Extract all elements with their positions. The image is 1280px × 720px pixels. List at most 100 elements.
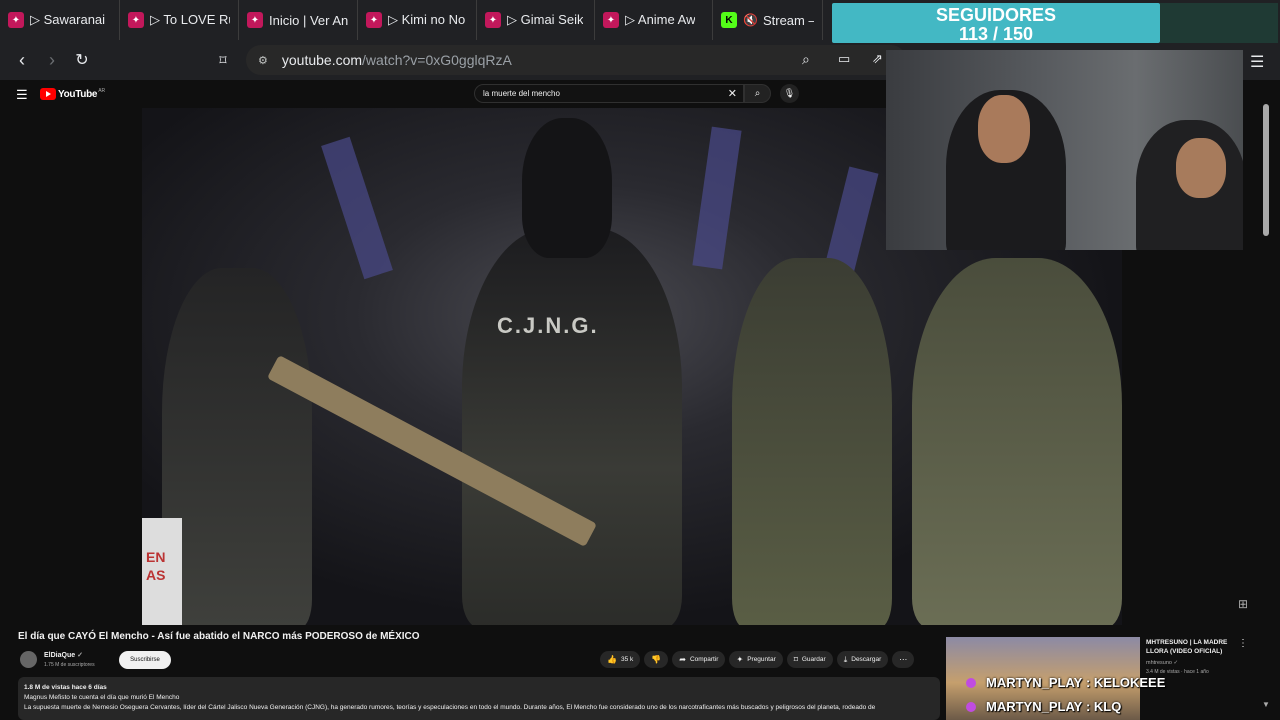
youtube-logo[interactable]: YouTube AR	[40, 88, 105, 100]
subscribe-button[interactable]: Suscribirse	[119, 651, 171, 669]
chat-text: KLQ	[1093, 699, 1122, 714]
search-query: la muerte del mencho	[483, 89, 560, 98]
browser-tab[interactable]: ✦ ▷ To LOVE Ru	[120, 0, 239, 40]
view-count-date: 1.8 M de vistas hace 6 días	[24, 684, 107, 691]
chat-badge-icon	[966, 701, 976, 712]
video-figure	[732, 258, 892, 625]
subscriber-count: 1.75 M de suscriptores	[44, 662, 95, 668]
chat-badge-icon	[966, 677, 976, 688]
thumbs-down-icon: 👎	[651, 655, 662, 664]
thumbs-up-icon: 👍	[607, 655, 617, 664]
anime-favicon-icon: ✦	[247, 12, 263, 28]
share-button[interactable]: ➦ Compartir	[672, 651, 726, 668]
browser-tab[interactable]: ✦ ▷ Sawaranai	[0, 0, 120, 40]
bookmark-icon[interactable]: ⌑	[208, 45, 238, 75]
share-icon[interactable]: ⇗	[872, 51, 883, 67]
download-label: Descargar	[851, 656, 882, 663]
video-description[interactable]: 1.8 M de vistas hace 6 días Magnus Mefis…	[18, 677, 940, 720]
like-button[interactable]: 👍 35 k	[600, 651, 641, 668]
video-figure-head	[522, 118, 612, 258]
scrollbar-thumb[interactable]	[1263, 104, 1269, 236]
tab-label: ▷ To LOVE Ru	[150, 12, 230, 27]
followers-goal: SEGUIDORES 113 / 150	[832, 3, 1160, 43]
video-figure	[462, 228, 682, 625]
channel-name-text: ElDiaQue	[44, 652, 76, 659]
cast-icon[interactable]: ▭	[838, 51, 850, 67]
url-host: youtube.com	[281, 52, 363, 68]
browser-tab-active[interactable]: K 🔇 Stream –	[713, 0, 823, 40]
flag	[321, 136, 393, 280]
browser-menu-icon[interactable]: ☰	[1250, 52, 1264, 72]
channel-name[interactable]: ElDiaQue ✓	[44, 651, 83, 659]
site-info-icon[interactable]: ⚙	[258, 54, 268, 67]
more-options-icon[interactable]: ⋮	[1238, 638, 1248, 649]
browser-menu-area: ☰	[1243, 50, 1280, 80]
more-actions-button[interactable]: ⋯	[892, 651, 915, 668]
chat-text: KELOKEEE	[1093, 675, 1166, 690]
anime-favicon-icon: ✦	[128, 12, 144, 28]
browser-tab[interactable]: ✦ ▷ Gimai Seik	[477, 0, 595, 40]
tab-label: ▷ Kimi no No	[388, 12, 466, 27]
hamburger-menu-icon[interactable]: ☰	[16, 87, 28, 103]
chat-message: MARTYN_PLAY : KELOKEEE	[966, 675, 1165, 690]
followers-count: 113 / 150	[958, 24, 1034, 44]
ambient-mode-icon[interactable]: ⊞	[1238, 597, 1248, 611]
page-scrollbar[interactable]: ▼	[1262, 100, 1270, 709]
like-count: 35 k	[620, 656, 634, 663]
video-title: El día que CAYÓ El Mencho - Así fue abat…	[18, 631, 420, 642]
more-dots-icon: ⋯	[899, 655, 908, 664]
clear-search-icon[interactable]: ✕	[728, 87, 737, 100]
sparkle-icon: ✦	[736, 655, 744, 664]
webcam-overlay	[886, 50, 1243, 250]
followers-label: SEGUIDORES	[935, 5, 1057, 25]
download-button[interactable]: ⤓ Descargar	[836, 651, 889, 668]
microphone-icon: 🎙	[783, 88, 796, 98]
dislike-button[interactable]: 👎	[644, 651, 669, 668]
flag	[692, 126, 742, 270]
tab-label: ▷ Sawaranai	[30, 12, 106, 27]
save-button[interactable]: ⌑ Guardar	[786, 651, 833, 668]
tab-label: ▷ Gimai Seik	[507, 12, 584, 27]
sign-text: EN AS	[146, 549, 166, 583]
video-figure	[162, 268, 312, 625]
search-input[interactable]: la muerte del mencho ✕	[474, 84, 744, 103]
description-line: Magnus Mefisto te cuenta el día que muri…	[24, 694, 180, 701]
recommended-video-title[interactable]: MHTRESUNO | LA MADRE LLORA (VIDEO OFICIA…	[1146, 638, 1236, 656]
webcam-person-face	[978, 95, 1030, 163]
webcam-person-face	[1176, 138, 1226, 198]
screen: ✦ ▷ Sawaranai ✦ ▷ To LOVE Ru ✦ Inicio | …	[0, 0, 1280, 720]
chat-username: MARTYN_PLAY	[986, 675, 1083, 690]
back-arrow-icon[interactable]: ‹	[7, 45, 37, 75]
share-label: Compartir	[689, 656, 719, 663]
save-label: Guardar	[801, 656, 826, 663]
kick-favicon-icon: K	[721, 12, 737, 28]
address-bar[interactable]: ⚙ youtube.com/watch?v=0xG0gglqRzA ⌕ ▭ ⇗	[246, 45, 906, 75]
video-actions: 👍 35 k 👎 ➦ Compartir ✦ Preguntar ⌑ Guardar ⤓…	[600, 651, 915, 668]
anime-favicon-icon: ✦	[8, 12, 24, 28]
share-arrow-icon: ➦	[679, 655, 686, 664]
followers-goal-track	[1160, 3, 1278, 43]
search-button[interactable]: ⌕	[744, 84, 771, 103]
url-text: youtube.com/watch?v=0xG0gglqRzA	[282, 52, 512, 68]
reload-icon[interactable]: ↻	[67, 45, 97, 75]
channel-avatar[interactable]	[20, 651, 37, 668]
browser-tab[interactable]: ✦ ▷ Kimi no No	[358, 0, 477, 40]
chat-message: MARTYN_PLAY : KLQ	[966, 699, 1121, 714]
zoom-icon[interactable]: ⌕	[802, 51, 810, 68]
url-path: /watch?v=0xG0gglqRzA	[362, 52, 512, 68]
youtube-wordmark: YouTube	[58, 88, 98, 100]
forward-arrow-icon[interactable]: ›	[37, 45, 67, 75]
browser-tab[interactable]: ✦ Inicio | Ver An	[239, 0, 358, 40]
video-sign: EN AS	[142, 518, 182, 625]
browser-tab[interactable]: ✦ ▷ Anime Aw	[595, 0, 713, 40]
voice-search-button[interactable]: 🎙	[780, 84, 799, 103]
ask-button[interactable]: ✦ Preguntar	[729, 651, 783, 668]
muted-speaker-icon[interactable]: 🔇	[743, 13, 758, 27]
anime-favicon-icon: ✦	[603, 12, 619, 28]
anime-favicon-icon: ✦	[485, 12, 501, 28]
recommended-channel-name: mhtresuno	[1146, 660, 1172, 666]
scroll-down-icon[interactable]: ▼	[1262, 700, 1270, 709]
ask-label: Preguntar	[747, 656, 776, 663]
download-icon: ⤓	[843, 654, 848, 664]
verified-icon: ✓	[77, 652, 83, 659]
